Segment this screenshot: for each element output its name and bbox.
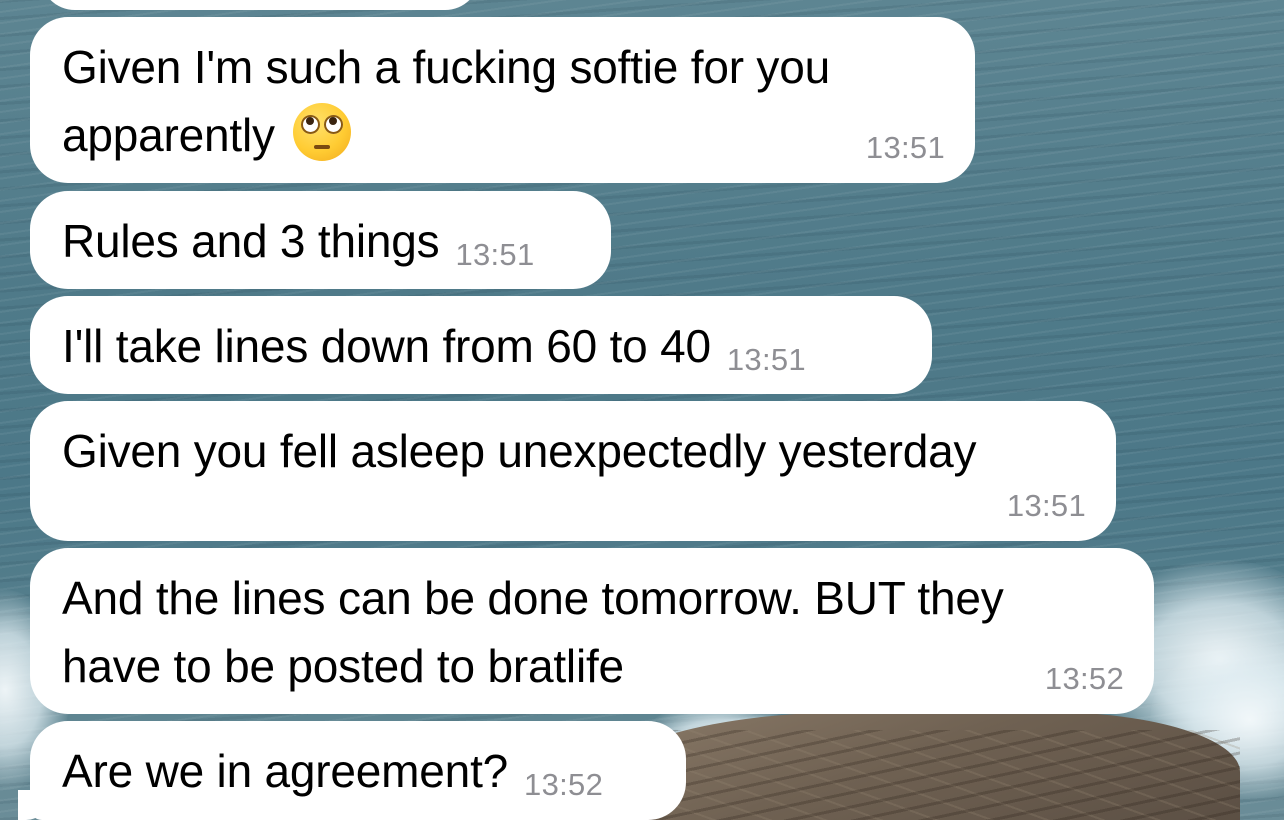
message-timestamp: 13:52 bbox=[1044, 661, 1124, 696]
emoji-pupil bbox=[328, 117, 337, 125]
message-text-continued: have to be posted to bratlife bbox=[62, 640, 624, 692]
message-bubble[interactable] bbox=[40, 0, 480, 10]
message-bubble[interactable]: Given you fell asleep unexpectedly yeste… bbox=[30, 401, 1116, 541]
message-bubble[interactable]: I'll take lines down from 60 to 40 13:51 bbox=[30, 296, 932, 394]
message-timestamp: 13:51 bbox=[726, 342, 806, 377]
message-timestamp: 13:51 bbox=[865, 130, 945, 165]
message-text: Rules and 3 things bbox=[62, 215, 440, 267]
message-text: Given you fell asleep unexpectedly yeste… bbox=[62, 425, 977, 477]
message-text: And the lines can be done tomorrow. BUT … bbox=[62, 572, 1004, 624]
emoji-mouth bbox=[313, 145, 330, 149]
message-text: Are we in agreement? bbox=[62, 745, 509, 797]
message-bubble[interactable]: And the lines can be done tomorrow. BUT … bbox=[30, 548, 1154, 714]
face-with-rolling-eyes-icon bbox=[292, 103, 351, 161]
message-timestamp: 13:51 bbox=[1006, 488, 1086, 523]
message-text-continued: apparently bbox=[62, 109, 275, 161]
message-text-line-2: apparently bbox=[62, 101, 943, 169]
emoji-pupil bbox=[305, 117, 314, 125]
message-text: I'll take lines down from 60 to 40 bbox=[62, 320, 711, 372]
message-timestamp: 13:52 bbox=[524, 767, 604, 802]
message-timestamp: 13:51 bbox=[455, 237, 535, 272]
emoji-eye bbox=[323, 115, 343, 134]
emoji-eye bbox=[300, 115, 320, 134]
message-bubble[interactable]: Rules and 3 things 13:51 bbox=[30, 191, 611, 289]
message-bubble[interactable]: Are we in agreement? 13:52 bbox=[30, 721, 686, 820]
message-list[interactable]: Given I'm such a fucking softie for you … bbox=[0, 0, 1284, 820]
message-bubble[interactable]: Given I'm such a fucking softie for you … bbox=[30, 17, 975, 183]
message-text: Given I'm such a fucking softie for you bbox=[62, 41, 831, 93]
